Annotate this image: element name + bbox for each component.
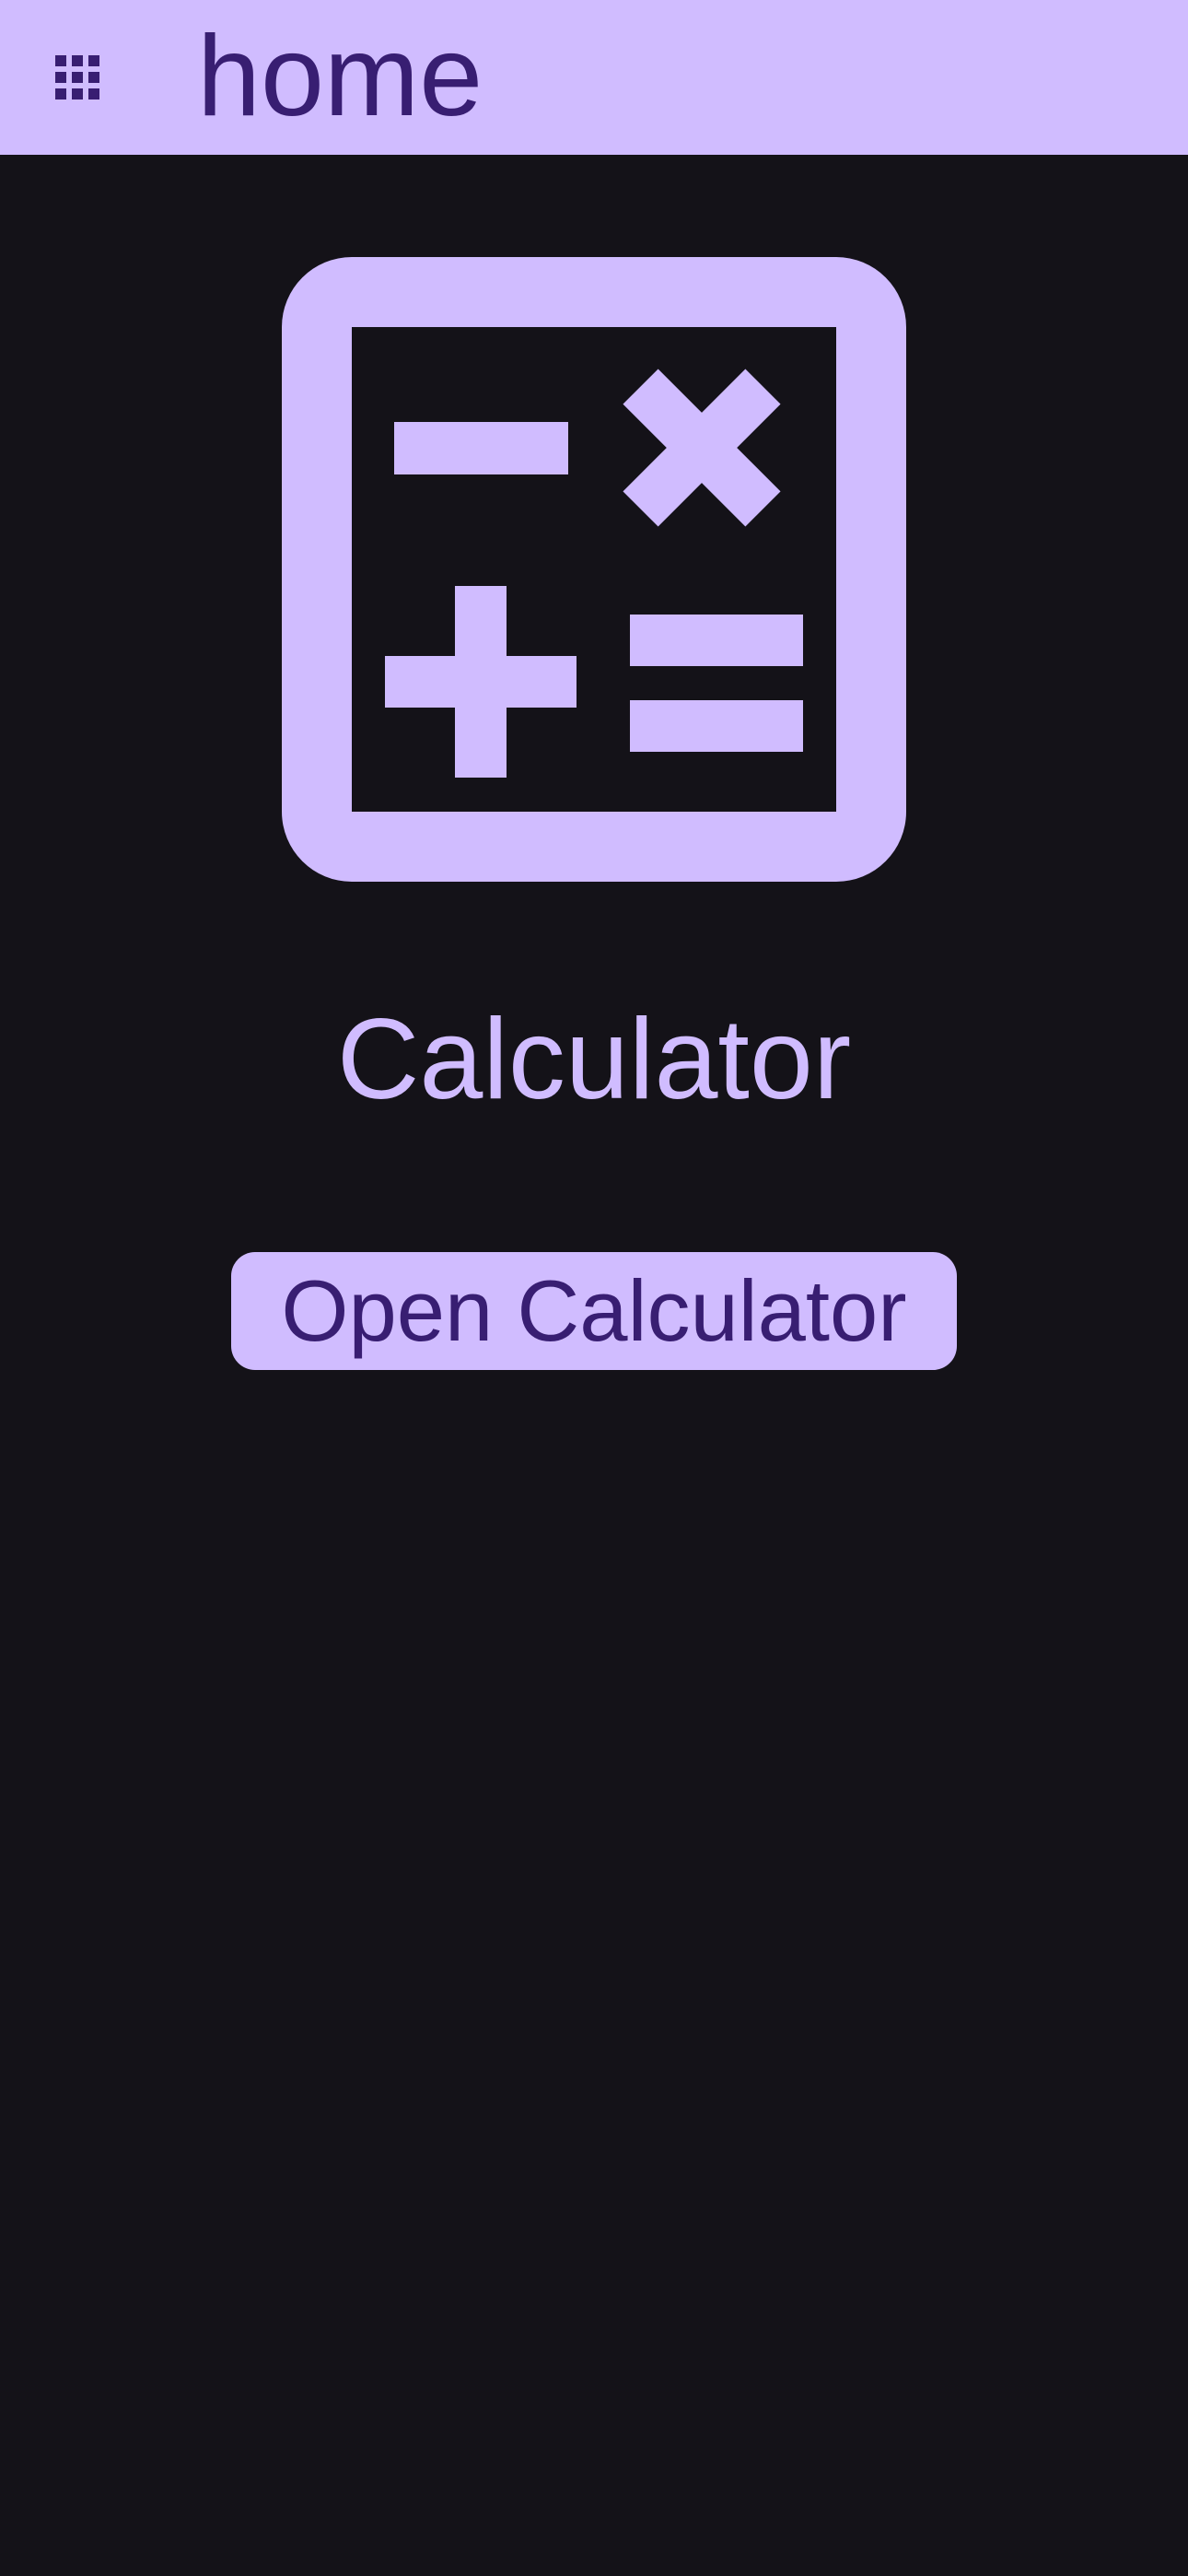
home-screen: home Calculator Open Calculator: [0, 0, 1188, 2576]
calculator-icon: [282, 257, 906, 882]
page-title: home: [197, 13, 483, 140]
apps-menu-button[interactable]: [37, 37, 118, 118]
open-calculator-button[interactable]: Open Calculator: [231, 1252, 957, 1370]
apps-grid-icon: [53, 53, 101, 101]
feature-title: Calculator: [336, 996, 852, 1123]
open-calculator-button-label: Open Calculator: [281, 1262, 907, 1359]
top-app-bar: home: [0, 0, 1188, 155]
